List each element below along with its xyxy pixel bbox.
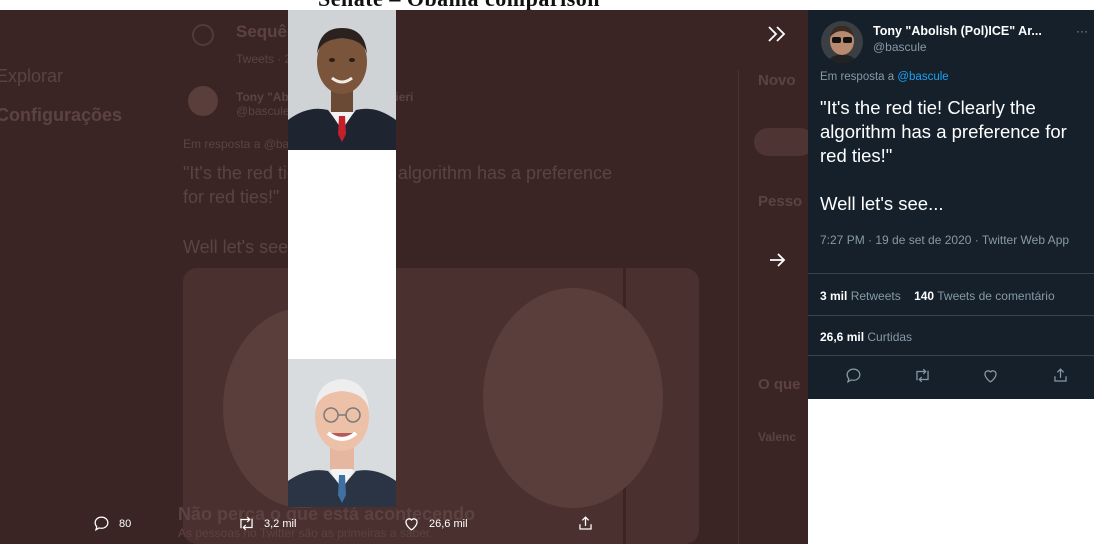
retweet-button[interactable] bbox=[913, 366, 932, 390]
comment-tweets-count: 140 bbox=[914, 289, 935, 303]
retweets-label: Retweets bbox=[850, 289, 901, 303]
retweet-stats[interactable]: 3 mil Retweets 140 Tweets de comentário bbox=[820, 289, 1055, 303]
reply-count: 80 bbox=[119, 517, 132, 530]
divider bbox=[808, 355, 1094, 356]
tweet-line-3: Well let's see... bbox=[183, 237, 304, 257]
tweet-timestamp[interactable]: 7:27 PM · 19 de set de 2020 · Twitter We… bbox=[820, 232, 1088, 248]
reply-mention-link[interactable]: @bascule bbox=[897, 71, 948, 83]
tweet-line-2: for red ties!" bbox=[183, 187, 280, 207]
tweet-detail-card: Tony "Abolish (Pol)ICE" Ar... @bascule ·… bbox=[808, 10, 1094, 399]
tweet-text-paragraph-1: "It's the red tie! Clearly the algorithm… bbox=[820, 97, 1067, 166]
portrait-bottom-photo bbox=[288, 359, 396, 507]
likes-label: Curtidas bbox=[867, 330, 913, 344]
likes-count: 26,6 mil bbox=[820, 330, 865, 344]
right-label-trend: Valenc bbox=[758, 430, 797, 444]
retweets-count: 3 mil bbox=[820, 289, 848, 303]
right-label-new: Novo bbox=[758, 72, 796, 89]
top-caption: Senate – Obama comparison bbox=[0, 0, 1094, 10]
reply-icon bbox=[94, 516, 109, 532]
nav-explore: Explorar bbox=[0, 66, 64, 86]
caption-text: Senate – Obama comparison bbox=[318, 0, 600, 10]
retweet-icon bbox=[240, 516, 253, 531]
tweet-author-handle[interactable]: @bascule bbox=[873, 40, 927, 54]
heart-icon bbox=[405, 518, 418, 531]
like-count: 26,6 mil bbox=[429, 517, 468, 530]
divider bbox=[808, 315, 1094, 316]
retweet-count: 3,2 mil bbox=[264, 517, 297, 530]
portrait-strip-image bbox=[288, 10, 396, 507]
portrait-top-photo bbox=[288, 10, 396, 150]
like-stats[interactable]: 26,6 mil Curtidas bbox=[820, 330, 912, 344]
right-pill bbox=[754, 128, 808, 156]
avatar[interactable] bbox=[821, 21, 863, 63]
double-chevron-right-icon[interactable] bbox=[766, 24, 788, 50]
like-button[interactable] bbox=[981, 366, 1000, 390]
divider bbox=[808, 273, 1094, 274]
reply-icon bbox=[846, 368, 861, 384]
share-icon bbox=[579, 516, 592, 530]
photo-action-bar: 80 3,2 mil 26,6 mil bbox=[0, 494, 808, 544]
right-label-people: Pesso bbox=[758, 193, 803, 210]
retweet-icon bbox=[916, 368, 929, 383]
tweet-text: "It's the red tie! Clearly the algorithm… bbox=[820, 96, 1092, 240]
author-avatar bbox=[188, 86, 218, 116]
tweet-action-row bbox=[808, 366, 1094, 390]
tweet-author-name[interactable]: Tony "Abolish (Pol)ICE" Ar... bbox=[873, 24, 1042, 38]
nav-settings: Configurações bbox=[0, 105, 123, 125]
reply-button[interactable] bbox=[844, 366, 863, 390]
back-icon bbox=[192, 24, 214, 46]
right-label-whats-happening: O que bbox=[758, 376, 801, 393]
reply-prefix: Em resposta a bbox=[820, 71, 895, 83]
more-options-icon[interactable]: ··· bbox=[1076, 24, 1088, 38]
share-icon bbox=[1054, 368, 1067, 382]
photo-face-right bbox=[483, 288, 663, 508]
reply-context: Em resposta a @bascule bbox=[820, 71, 949, 83]
tweet-line-1: "It's the red tie! Clearly the algorithm… bbox=[183, 163, 613, 183]
arrow-right-icon[interactable] bbox=[768, 250, 788, 276]
share-button[interactable] bbox=[1051, 366, 1070, 390]
reply-action[interactable]: 80 bbox=[92, 514, 131, 533]
like-action[interactable]: 26,6 mil bbox=[402, 514, 468, 533]
tweet-text-paragraph-2: Well let's see... bbox=[820, 193, 944, 214]
lightbox-backdrop[interactable]: Explorar Configurações Sequência Tweets … bbox=[0, 10, 808, 544]
comment-tweets-label: Tweets de comentário bbox=[937, 289, 1055, 303]
author-handle: @bascule bbox=[236, 104, 290, 118]
retweet-action[interactable]: 3,2 mil bbox=[237, 514, 296, 533]
heart-icon bbox=[984, 370, 997, 383]
share-action[interactable] bbox=[576, 514, 595, 533]
